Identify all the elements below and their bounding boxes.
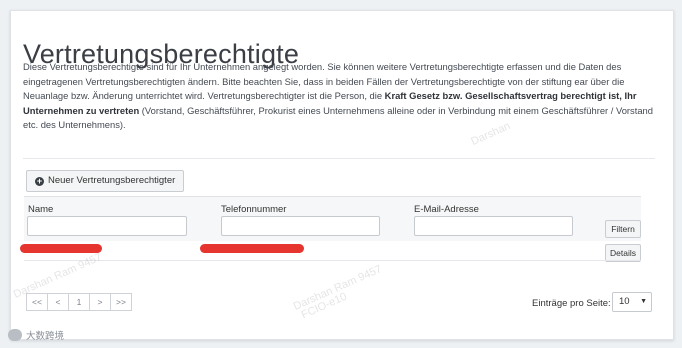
- filter-button[interactable]: Filtern: [605, 220, 641, 238]
- email-column-label: E-Mail-Adresse: [414, 204, 479, 215]
- redacted-phone: [200, 244, 304, 253]
- caret-down-icon: ▼: [640, 298, 647, 305]
- page-size-value: 10: [619, 296, 630, 307]
- current-page-button[interactable]: 1: [68, 293, 90, 311]
- phone-filter-input[interactable]: [221, 216, 380, 236]
- footer-logo-text: 大数跨境: [26, 331, 65, 342]
- email-filter-input[interactable]: [414, 216, 573, 236]
- new-representative-label: Neuer Vertretungsberechtigter: [48, 175, 176, 186]
- name-filter-input[interactable]: [27, 216, 187, 236]
- footer-logo: 大数跨境: [8, 328, 64, 342]
- page-description: Diese Vertretungsberechtigte sind für Ih…: [23, 60, 655, 133]
- next-page-button[interactable]: >: [89, 293, 111, 311]
- new-representative-button[interactable]: + Neuer Vertretungsberechtigter: [26, 170, 185, 192]
- row-divider: [24, 260, 641, 261]
- first-page-button[interactable]: <<: [26, 293, 48, 311]
- name-column-label: Name: [28, 204, 54, 215]
- phone-column-label: Telefonnummer: [221, 204, 287, 215]
- page-size-select[interactable]: 10 ▼: [612, 292, 652, 312]
- pagination: << < 1 > >>: [26, 293, 132, 311]
- section-divider: [23, 158, 655, 159]
- plus-circle-icon: +: [35, 175, 44, 186]
- page-size-label: Einträge pro Seite:: [532, 298, 611, 309]
- prev-page-button[interactable]: <: [47, 293, 69, 311]
- last-page-button[interactable]: >>: [110, 293, 132, 311]
- redacted-name: [20, 244, 102, 253]
- wechat-icon: [8, 329, 22, 341]
